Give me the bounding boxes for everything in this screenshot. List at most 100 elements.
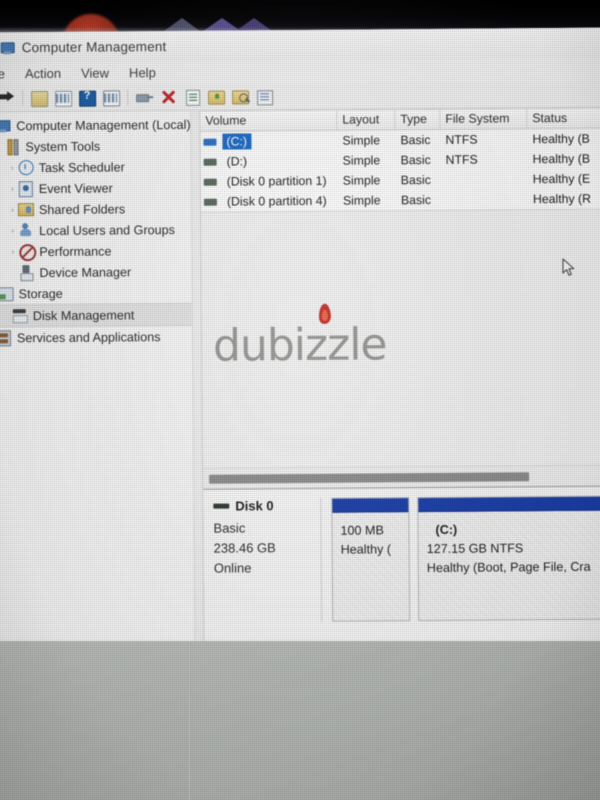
menu-item-view[interactable]: View [72, 63, 118, 82]
volume-list: Volume Layout Type File System Status (C… [200, 107, 600, 213]
chevron-right-icon[interactable]: › [7, 247, 18, 256]
chevron-right-icon[interactable]: › [7, 163, 18, 172]
watermark: dubizzle [205, 302, 600, 372]
sidebar-item-system-tools[interactable]: System Tools [0, 135, 191, 158]
sidebar-item-event-viewer[interactable]: › Event Viewer [0, 177, 191, 200]
sidebar-item-label: Services and Applications [16, 329, 161, 345]
volume-layout: Simple [342, 153, 381, 168]
partition-label: (C:) [435, 522, 458, 537]
shared-folders-icon [17, 202, 35, 217]
table-row[interactable]: (Disk 0 partition 4) Simple Basic Health… [201, 189, 600, 212]
partition-size: 127.15 GB NTFS [426, 541, 524, 557]
show-hide-action-pane-icon[interactable] [101, 88, 121, 107]
volume-icon [203, 178, 217, 186]
computer-management-window: Computer Management ile Action View Help… [0, 27, 600, 649]
screen-photo: Computer Management ile Action View Help… [0, 0, 600, 800]
help-icon[interactable]: ? [77, 88, 97, 107]
sidebar-item-computer-management-local[interactable]: Computer Management (Local) [0, 114, 191, 137]
sidebar-item-label: Computer Management (Local) [16, 117, 191, 133]
mouse-pointer [562, 258, 575, 276]
disk-name: Disk 0 [235, 498, 274, 514]
partition-block-system[interactable]: 100 MB Healthy ( [331, 497, 411, 622]
partition-color-bar [418, 496, 600, 513]
partition-color-bar [332, 498, 409, 513]
volume-icon [203, 158, 217, 166]
menu-item-file[interactable]: ile [0, 64, 14, 83]
flame-icon [317, 302, 333, 328]
chevron-right-icon[interactable]: › [7, 226, 18, 235]
sidebar-item-label: Disk Management [32, 307, 135, 323]
sidebar-item-task-scheduler[interactable]: › Task Scheduler [0, 156, 191, 179]
sidebar-item-storage[interactable]: Storage [0, 282, 192, 305]
volume-name: (D:) [226, 154, 248, 169]
volume-status: Healthy (E [532, 171, 591, 187]
scrollbar-thumb[interactable] [209, 471, 530, 484]
system-tools-icon [4, 139, 20, 156]
sidebar-item-label: Shared Folders [38, 201, 126, 217]
menu-item-action[interactable]: Action [16, 64, 70, 83]
sidebar-item-services-and-applications[interactable]: Services and Applications [0, 326, 192, 349]
graphical-disk-view: Disk 0 Basic 238.46 GB Online 100 MB Hea… [203, 485, 600, 647]
volume-status: Healthy (R [532, 191, 592, 207]
partition-strip: 100 MB Healthy ( (C:) 127.15 GB NTFS Hea… [321, 495, 600, 646]
volume-status: Healthy (B [532, 131, 590, 147]
sidebar-item-label: System Tools [25, 139, 101, 154]
partition-size: 100 MB [340, 523, 384, 538]
column-header-type[interactable]: Type [395, 109, 441, 130]
volume-layout: Simple [342, 173, 381, 188]
forward-arrow-icon[interactable] [0, 89, 16, 108]
sidebar-item-local-users-and-groups[interactable]: › Local Users and Groups [0, 219, 191, 242]
volume-name: (C:) [222, 133, 252, 150]
computer-management-icon [0, 40, 15, 55]
sidebar-item-label: Storage [18, 286, 63, 301]
chevron-right-icon[interactable]: › [7, 205, 18, 214]
sidebar-item-device-manager[interactable]: Device Manager [0, 261, 192, 284]
watermark-text: dubizzle [212, 319, 387, 372]
sidebar-item-label: Device Manager [39, 264, 132, 280]
volume-type: Basic [400, 132, 431, 148]
disk-info-block[interactable]: Disk 0 Basic 238.46 GB Online [203, 497, 323, 623]
sidebar-item-label: Task Scheduler [38, 159, 125, 175]
delete-volume-icon[interactable] [158, 87, 178, 106]
show-hide-console-tree-icon[interactable] [29, 88, 49, 107]
partition-status: Healthy (Boot, Page File, Cra [426, 559, 591, 576]
toolbar-separator [22, 90, 24, 107]
toolbar-separator [127, 89, 129, 106]
plug-icon[interactable] [134, 88, 154, 107]
disk-management-icon [12, 308, 28, 324]
users-icon [18, 223, 34, 238]
window-body: Computer Management (Local) System Tools… [0, 107, 600, 649]
sidebar-item-disk-management[interactable]: Disk Management [0, 302, 192, 328]
volume-status: Healthy (B [532, 151, 591, 167]
sidebar-item-performance[interactable]: › Performance [0, 240, 191, 263]
properties-icon[interactable] [53, 88, 73, 107]
volume-layout: Simple [342, 133, 381, 148]
column-header-status[interactable]: Status [527, 108, 600, 129]
sidebar-item-shared-folders[interactable]: › Shared Folders [0, 198, 191, 221]
services-icon [0, 330, 12, 347]
disk-capacity: 238.46 GB [213, 540, 276, 556]
column-header-layout[interactable]: Layout [337, 110, 396, 130]
volume-type: Basic [400, 172, 431, 188]
volume-file-system [441, 179, 528, 180]
volume-layout: Simple [342, 193, 381, 208]
desk-seam [188, 641, 191, 800]
partition-block-c[interactable]: (C:) 127.15 GB NTFS Healthy (Boot, Page … [417, 495, 600, 622]
volume-icon [203, 198, 217, 206]
desk-surface-below-window [0, 641, 600, 800]
folder-search-icon[interactable] [230, 87, 250, 106]
sidebar-item-label: Performance [39, 243, 112, 259]
console-tree: Computer Management (Local) System Tools… [0, 110, 195, 649]
menu-item-help[interactable]: Help [120, 63, 165, 82]
volume-type: Basic [400, 192, 432, 208]
column-header-volume[interactable]: Volume [200, 110, 338, 131]
computer-icon [0, 119, 11, 133]
folder-add-icon[interactable] [206, 87, 226, 106]
column-header-file-system[interactable]: File System [440, 109, 528, 129]
document-report-icon[interactable] [182, 87, 202, 106]
partition-status: Healthy ( [340, 542, 392, 557]
clock-icon [18, 160, 34, 176]
list-view-icon[interactable] [254, 87, 274, 106]
disk-state: Online [213, 560, 252, 576]
chevron-right-icon[interactable]: › [7, 184, 18, 193]
